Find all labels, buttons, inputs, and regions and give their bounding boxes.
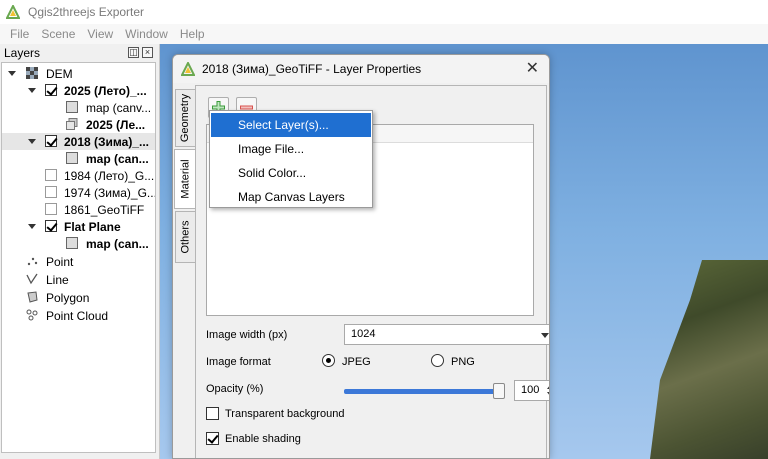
layer-checkbox[interactable]: [45, 186, 57, 198]
tree-item-line[interactable]: Line: [2, 271, 155, 288]
menu-help[interactable]: Help: [174, 27, 211, 41]
spin-down-icon[interactable]: [547, 392, 549, 396]
tree-item-label: Flat Plane: [64, 219, 121, 234]
opacity-label: Opacity (%): [206, 383, 264, 395]
opacity-slider-track[interactable]: [344, 389, 500, 394]
raster-layers-icon: [66, 118, 78, 130]
tree-item-label: Point Cloud: [46, 308, 109, 323]
tree-item-label: Polygon: [46, 290, 90, 305]
tree-item-map-canvas[interactable]: map (can...: [2, 150, 155, 167]
tab-label: Geometry: [179, 93, 192, 143]
expand-arrow-icon[interactable]: [8, 71, 16, 76]
image-width-label: Image width (px): [206, 329, 288, 341]
tab-others[interactable]: Others: [175, 211, 195, 263]
expand-arrow-icon[interactable]: [28, 224, 36, 229]
line-icon: [26, 273, 38, 285]
tree-item-label: 2025 (Ле...: [86, 117, 146, 132]
map-canvas-icon: [66, 101, 78, 113]
map-canvas-icon: [66, 152, 78, 164]
tree-item-label: 1861_GeoTiFF: [64, 202, 145, 217]
menu-item-map-canvas-layers[interactable]: Map Canvas Layers: [211, 185, 371, 209]
tree-item-flat-plane[interactable]: Flat Plane: [2, 218, 155, 235]
menu-view[interactable]: View: [81, 27, 119, 41]
menu-bar: File Scene View Window Help: [0, 24, 768, 44]
tree-item-2018-zima[interactable]: 2018 (Зима)_...: [2, 133, 155, 150]
expand-arrow-icon[interactable]: [28, 139, 36, 144]
opacity-slider-handle[interactable]: [493, 383, 505, 399]
tree-item-1861-geotiff[interactable]: 1861_GeoTiFF: [2, 201, 155, 218]
opacity-spinbox[interactable]: 100: [514, 380, 549, 401]
close-panel-icon[interactable]: ×: [142, 47, 153, 58]
tree-item-map-canvas[interactable]: map (canv...: [2, 99, 155, 116]
menu-item-solid-color[interactable]: Solid Color...: [211, 161, 371, 185]
tree-item-label: map (canv...: [86, 100, 152, 115]
image-width-value: 1024: [351, 328, 376, 340]
add-material-popup-menu: Select Layer(s)... Image File... Solid C…: [209, 110, 373, 208]
layer-checkbox[interactable]: [45, 135, 57, 147]
tab-material[interactable]: Material: [174, 149, 196, 209]
tree-item-label: 2025 (Лето)_...: [64, 83, 147, 98]
tab-label: Material: [179, 159, 192, 199]
tree-item-dem[interactable]: DEM: [2, 65, 155, 82]
float-panel-icon[interactable]: ◫: [128, 47, 139, 58]
menu-item-select-layers[interactable]: Select Layer(s)...: [211, 113, 371, 137]
spin-up-icon[interactable]: [547, 385, 549, 389]
tree-item-map-canvas[interactable]: map (can...: [2, 235, 155, 252]
chevron-down-icon: [541, 333, 549, 338]
tree-item-1984-leto[interactable]: 1984 (Лето)_G...: [2, 167, 155, 184]
dem-grid-icon: [26, 67, 38, 79]
enable-shading-checkbox[interactable]: [206, 432, 219, 445]
map-canvas-icon: [66, 237, 78, 249]
tree-item-label: 2018 (Зима)_...: [64, 134, 149, 149]
layer-checkbox[interactable]: [45, 203, 57, 215]
tree-item-1974-zima[interactable]: 1974 (Зима)_G...: [2, 184, 155, 201]
window-titlebar: Qgis2threejs Exporter: [0, 0, 768, 24]
qgis-triangle-icon: [6, 5, 20, 19]
dialog-title: 2018 (Зима)_GeoTiFF - Layer Properties: [202, 62, 422, 76]
format-png-radio[interactable]: [431, 354, 444, 367]
tree-item-label: 1984 (Лето)_G...: [64, 168, 155, 183]
image-format-label: Image format: [206, 356, 271, 368]
qgis-triangle-icon: [181, 62, 195, 76]
tab-geometry[interactable]: Geometry: [175, 89, 195, 147]
tree-item-point-cloud[interactable]: Point Cloud: [2, 307, 155, 324]
tree-item-2025-leto[interactable]: 2025 (Лето)_...: [2, 82, 155, 99]
opacity-value: 100: [521, 384, 540, 396]
tree-item-label: map (can...: [86, 151, 149, 166]
format-jpeg-label: JPEG: [342, 356, 371, 368]
close-icon[interactable]: ✕: [526, 61, 539, 77]
tree-item-label: DEM: [46, 66, 73, 81]
point-cloud-icon: [26, 309, 38, 321]
window-title: Qgis2threejs Exporter: [28, 5, 145, 19]
point-icon: [27, 257, 38, 266]
menu-scene[interactable]: Scene: [35, 27, 81, 41]
menu-file[interactable]: File: [4, 27, 35, 41]
menu-item-image-file[interactable]: Image File...: [211, 137, 371, 161]
layer-checkbox[interactable]: [45, 84, 57, 96]
format-jpeg-radio[interactable]: [322, 354, 335, 367]
format-png-label: PNG: [451, 356, 475, 368]
tree-item-label: Point: [46, 254, 74, 269]
tree-item-label: map (can...: [86, 236, 149, 251]
expand-arrow-icon[interactable]: [28, 88, 36, 93]
menu-window[interactable]: Window: [119, 27, 174, 41]
tree-item-point[interactable]: Point: [2, 253, 155, 270]
tab-label: Others: [179, 220, 192, 254]
enable-shading-label: Enable shading: [225, 433, 301, 445]
tree-item-2025-le-sub[interactable]: 2025 (Ле...: [2, 116, 155, 133]
transparent-background-checkbox[interactable]: [206, 407, 219, 420]
image-width-combo[interactable]: 1024: [344, 324, 549, 345]
layer-checkbox[interactable]: [45, 220, 57, 232]
dialog-titlebar: 2018 (Зима)_GeoTiFF - Layer Properties ✕: [173, 55, 549, 83]
layers-panel-title: Layers: [4, 46, 41, 60]
layers-panel: Layers ◫ × DEM 2025 (Лето)_... map (canv…: [0, 44, 160, 459]
tree-item-label: Line: [46, 272, 69, 287]
polygon-icon: [27, 291, 38, 303]
tree-item-polygon[interactable]: Polygon: [2, 289, 155, 306]
layers-tree[interactable]: DEM 2025 (Лето)_... map (canv... 2025 (Л…: [1, 62, 156, 453]
layers-panel-header: Layers ◫ ×: [0, 44, 159, 62]
layer-checkbox[interactable]: [45, 169, 57, 181]
tree-item-label: 1974 (Зима)_G...: [64, 185, 155, 200]
transparent-background-label: Transparent background: [225, 408, 345, 420]
